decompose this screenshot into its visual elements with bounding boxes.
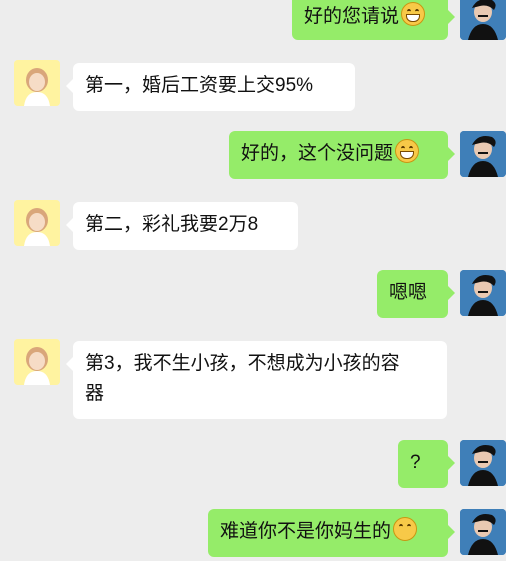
man-avatar-image bbox=[460, 440, 506, 486]
message-text: 嗯嗯 bbox=[389, 282, 428, 303]
contact-avatar[interactable] bbox=[14, 60, 60, 106]
contact-avatar[interactable] bbox=[14, 339, 60, 385]
man-avatar-image bbox=[460, 0, 506, 40]
message-bubble[interactable]: 第一，婚后工资要上交95% bbox=[66, 63, 355, 111]
contact-avatar[interactable] bbox=[14, 200, 60, 246]
message-text: ? bbox=[410, 452, 421, 473]
my-avatar[interactable] bbox=[460, 440, 506, 486]
message-bubble[interactable]: 嗯嗯 bbox=[377, 270, 455, 318]
my-avatar[interactable] bbox=[460, 0, 506, 40]
message-text: 好的您请说 bbox=[304, 6, 400, 27]
grin-emoji bbox=[395, 139, 420, 163]
man-avatar-image bbox=[460, 509, 506, 555]
my-avatar[interactable] bbox=[460, 509, 506, 555]
message-bubble[interactable]: ? bbox=[398, 440, 455, 488]
message-bubble[interactable]: 好的，这个没问题 bbox=[229, 131, 455, 179]
man-avatar-image bbox=[460, 270, 506, 316]
message-bubble[interactable]: 好的您请说 bbox=[292, 0, 455, 40]
message-bubble[interactable]: 难道你不是你妈生的 bbox=[208, 509, 455, 557]
message-text: 难道你不是你妈生的 bbox=[220, 521, 392, 542]
message-text: 第二，彩礼我要2万8 bbox=[85, 214, 259, 235]
girl-avatar-image bbox=[14, 200, 60, 246]
message-bubble[interactable]: 第二，彩礼我要2万8 bbox=[66, 202, 298, 250]
my-avatar[interactable] bbox=[460, 131, 506, 177]
message-text: 好的，这个没问题 bbox=[241, 143, 394, 164]
girl-avatar-image bbox=[14, 60, 60, 106]
message-text-line: 第3，我不生小孩，不想成为小孩的容 bbox=[85, 353, 400, 374]
message-text-line: 器 bbox=[85, 383, 105, 404]
girl-avatar-image bbox=[14, 339, 60, 385]
chat-area: 好的您请说 第一，婚后工资要上交95% 好的，这个没问题 第二，彩礼我要2万8 … bbox=[0, 0, 506, 561]
message-bubble[interactable]: 第3，我不生小孩，不想成为小孩的容 器 bbox=[66, 341, 447, 419]
confused-emoji bbox=[393, 517, 418, 541]
man-avatar-image bbox=[460, 131, 506, 177]
grin-emoji bbox=[401, 2, 426, 26]
my-avatar[interactable] bbox=[460, 270, 506, 316]
message-text: 第一，婚后工资要上交95% bbox=[85, 75, 314, 96]
